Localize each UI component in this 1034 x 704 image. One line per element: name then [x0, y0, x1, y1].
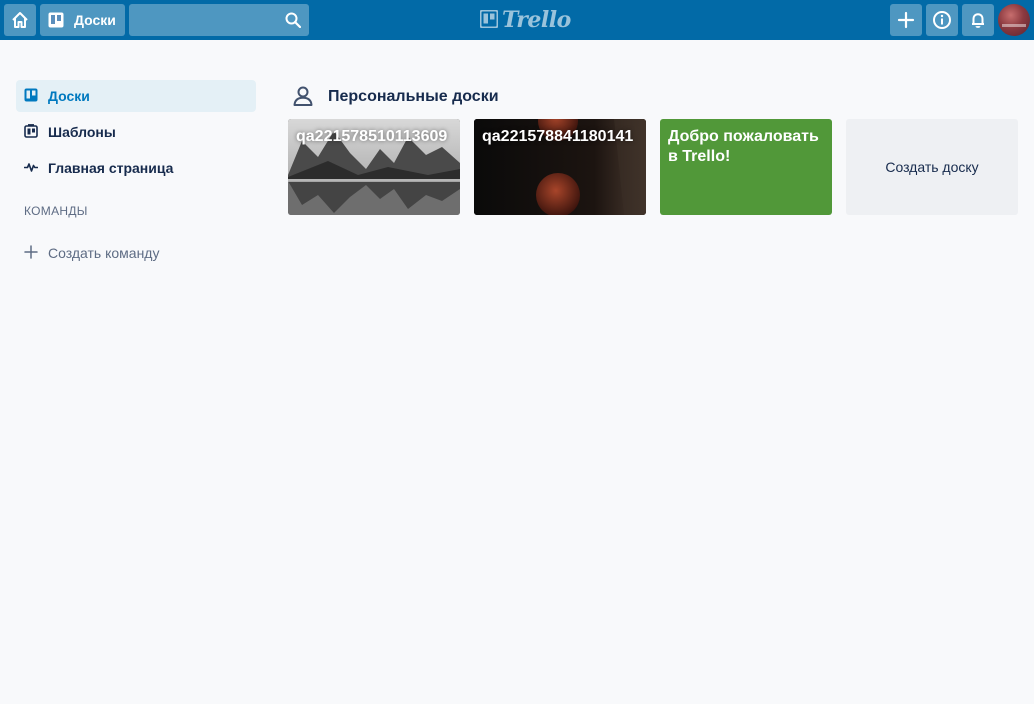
board-tile[interactable]: qa221578510113609 [288, 119, 460, 215]
info-icon [932, 10, 952, 30]
create-button[interactable] [890, 4, 922, 36]
sidebar-item-label: Главная страница [48, 160, 174, 176]
board-name: qa221578841180141 [482, 128, 634, 145]
create-board-button[interactable]: Создать доску [846, 119, 1018, 215]
sidebar-item-boards[interactable]: Доски [16, 80, 256, 112]
boards-button-label: Доски [74, 12, 116, 28]
trello-logo-icon [479, 9, 499, 31]
home-icon [11, 11, 29, 29]
trello-logo[interactable]: Trello [479, 7, 571, 33]
search-input[interactable] [129, 4, 279, 36]
board-tile[interactable]: Добро пожаловать в Trello! [660, 119, 832, 215]
section-title: Персональные доски [328, 88, 499, 105]
bell-icon [969, 11, 987, 29]
plus-icon [24, 244, 38, 262]
home-button[interactable] [4, 4, 36, 36]
avatar-image-detail [1002, 24, 1026, 27]
sidebar-item-home[interactable]: Главная страница [16, 152, 256, 184]
board-icon [24, 88, 38, 105]
board-tile[interactable]: qa221578841180141 [474, 119, 646, 215]
board-icon [48, 12, 64, 28]
search-icon[interactable] [285, 12, 302, 31]
user-icon [292, 85, 314, 110]
board-name: qa221578510113609 [296, 128, 448, 145]
sidebar-item-label: Шаблоны [48, 124, 116, 140]
avatar[interactable] [998, 4, 1030, 36]
create-team-label: Создать команду [48, 245, 160, 261]
sidebar: Доски Шаблоны Главная страница КОМАНДЫ С… [16, 80, 256, 268]
board-name: Добро пожаловать в Trello! [668, 128, 819, 165]
sidebar-item-templates[interactable]: Шаблоны [16, 116, 256, 148]
notifications-button[interactable] [962, 4, 994, 36]
activity-icon [23, 160, 39, 177]
info-button[interactable] [926, 4, 958, 36]
create-team-button[interactable]: Создать команду [16, 238, 256, 268]
template-icon [24, 123, 38, 141]
teams-section-title: КОМАНДЫ [24, 204, 88, 218]
top-header: Доски Trello [0, 0, 1034, 40]
create-board-label: Создать доску [885, 159, 979, 175]
plus-icon [897, 11, 915, 29]
boards-button[interactable]: Доски [40, 4, 125, 36]
sidebar-item-label: Доски [48, 88, 90, 104]
search-field[interactable] [129, 4, 309, 36]
personal-boards-header: Персональные доски [292, 84, 499, 110]
trello-logo-text: Trello [502, 7, 571, 33]
